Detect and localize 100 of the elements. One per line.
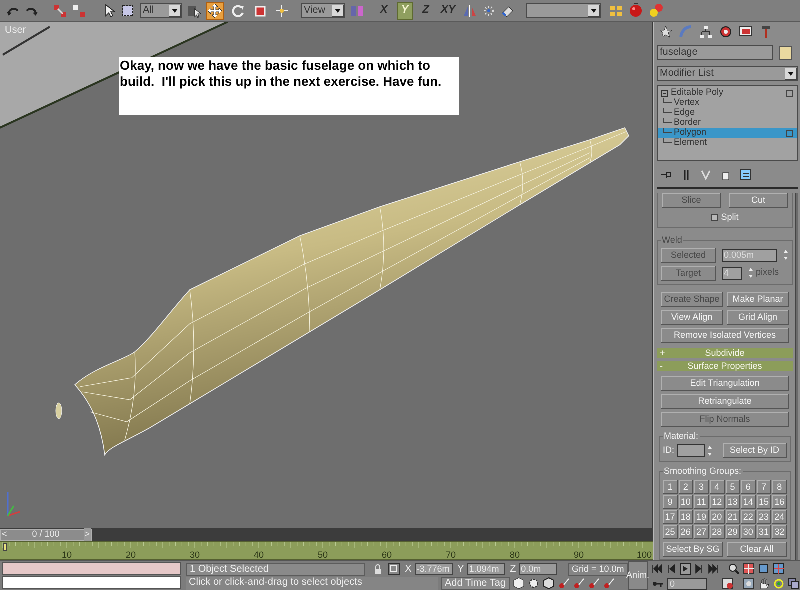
link-squares-icon[interactable] (53, 4, 67, 18)
material-id-field[interactable] (676, 444, 705, 457)
cube-icon[interactable] (542, 577, 555, 590)
next-frame-icon[interactable] (694, 562, 705, 574)
maximize-viewport-icon[interactable] (788, 578, 800, 590)
scroll-bar[interactable] (795, 193, 798, 560)
stack-subobject-item[interactable]: Vertex (658, 98, 797, 108)
smoothing-group-button[interactable]: 5 (726, 480, 740, 494)
smoothing-group-button[interactable]: 22 (741, 510, 756, 524)
track-bar[interactable]: 10 20 30 40 50 60 70 80 90 100 (0, 541, 653, 560)
smoothing-group-button[interactable]: 20 (710, 510, 724, 524)
stack-item[interactable]: Editable Poly (671, 86, 783, 100)
smoothing-group-button[interactable]: 26 (678, 524, 694, 538)
mirror-icon[interactable] (462, 4, 477, 18)
object-name-field[interactable]: fuselage (657, 45, 773, 60)
current-frame-field[interactable]: 0 (667, 578, 707, 590)
animate-button[interactable]: Anim. (628, 561, 648, 590)
axis-constraint-button[interactable]: XY (439, 2, 458, 20)
previous-frame-icon[interactable] (666, 562, 677, 574)
smoothing-group-button[interactable]: 1 (663, 480, 678, 494)
reference-coordinate-dropdown[interactable]: View (301, 3, 345, 18)
field-of-view-icon[interactable] (743, 578, 755, 590)
stack-subobject-item[interactable]: Polygon (658, 128, 797, 138)
script-listener-field[interactable] (2, 562, 181, 575)
smoothing-group-button[interactable]: 15 (756, 494, 772, 508)
coordinate-field[interactable]: -3.776m (414, 563, 453, 575)
coordinate-field[interactable]: 0.0m (519, 563, 557, 575)
axis-constraint-button[interactable]: X (376, 2, 392, 20)
stack-subobject-item[interactable]: Element (658, 138, 797, 148)
spinner-icon[interactable] (783, 249, 789, 261)
go-to-end-icon[interactable] (708, 562, 719, 574)
rollout-toggle[interactable]: + (657, 348, 671, 358)
panel-button[interactable]: Grid Align (727, 310, 789, 324)
spheres-icon[interactable] (648, 2, 665, 18)
smoothing-group-button[interactable]: 4 (710, 480, 724, 494)
smoothing-group-button[interactable]: 10 (678, 494, 694, 508)
unlink-squares-icon[interactable] (72, 4, 86, 18)
pivot-icon[interactable] (275, 4, 289, 18)
smoothing-group-button[interactable]: 18 (678, 510, 694, 524)
panel-button[interactable]: Make Planar (727, 292, 789, 306)
next-frame-button[interactable]: > (84, 528, 91, 542)
panel-button[interactable]: Remove Isolated Vertices (661, 328, 789, 342)
panel-button[interactable]: View Align (661, 310, 723, 324)
create-icon[interactable] (659, 25, 673, 39)
viewport[interactable]: User Okay, now we have the basic fuselage on which to build. I'll pick this up in the next exercise. Have fun. (0, 22, 653, 528)
axis-constraint-button[interactable]: Z (418, 2, 434, 20)
spinner-icon[interactable] (748, 267, 754, 279)
hammer-icon[interactable] (759, 25, 773, 39)
smoothing-group-button[interactable]: 9 (663, 494, 678, 508)
smoothing-group-button[interactable]: 30 (741, 524, 756, 538)
smoothing-group-button[interactable]: 29 (726, 524, 740, 538)
stack-subobject-item[interactable]: Border (658, 118, 797, 128)
smoothing-group-button[interactable]: 21 (726, 510, 740, 524)
time-slider-thumb[interactable]: < 0 / 100 > (0, 528, 92, 540)
panel-button[interactable]: Edit Triangulation (661, 376, 789, 390)
smoothing-group-button[interactable]: 25 (663, 524, 678, 538)
modifier-list-dropdown[interactable]: Modifier List (657, 66, 798, 81)
stack-subobject-item[interactable]: Edge (658, 108, 797, 118)
play-icon[interactable] (680, 562, 691, 574)
script-output-field[interactable] (2, 576, 181, 589)
smoothing-group-button[interactable]: 14 (741, 494, 756, 508)
align-icon[interactable] (482, 4, 496, 18)
smoothing-group-button[interactable]: 11 (694, 494, 709, 508)
smoothing-group-button[interactable]: 13 (726, 494, 740, 508)
smoothing-group-button[interactable]: 7 (756, 480, 772, 494)
motion-icon[interactable] (719, 25, 733, 39)
selection-region-icon[interactable] (121, 4, 135, 18)
pin-icon[interactable] (660, 169, 672, 181)
display-icon[interactable] (739, 25, 753, 39)
smoothing-group-button[interactable]: 23 (756, 510, 772, 524)
smoothing-group-button[interactable]: 17 (663, 510, 678, 524)
hand-icon[interactable] (758, 578, 770, 590)
smoothing-group-button[interactable]: 12 (710, 494, 724, 508)
lock-icon[interactable] (373, 564, 384, 574)
rollout-header[interactable]: + Subdivide (657, 348, 793, 358)
zoom-extents-all-icon[interactable] (773, 562, 785, 574)
panel-button[interactable]: Select By SG (663, 542, 723, 556)
smoothing-group-button[interactable]: 8 (772, 480, 787, 494)
smoothing-group-button[interactable]: 31 (756, 524, 772, 538)
panel-button[interactable]: Select By ID (722, 443, 787, 458)
axis-constraint-button[interactable]: Y (397, 2, 413, 20)
previous-frame-button[interactable]: < (1, 528, 8, 542)
select-by-name-icon[interactable] (187, 4, 201, 18)
selection-filter-dropdown[interactable]: All (140, 3, 182, 18)
split-checkbox[interactable] (711, 214, 718, 221)
object-color-swatch[interactable] (779, 46, 792, 60)
frame-marker[interactable] (3, 543, 7, 551)
configure-icon[interactable] (740, 169, 752, 181)
zoom-all-icon[interactable] (743, 562, 755, 574)
smoothing-group-button[interactable]: 28 (710, 524, 724, 538)
zoom-icon[interactable] (728, 562, 740, 574)
panel-button[interactable]: Retriangulate (661, 394, 789, 408)
smoothing-group-button[interactable]: 19 (694, 510, 709, 524)
hierarchy-icon[interactable] (699, 25, 713, 39)
smoothing-group-button[interactable]: 2 (678, 480, 694, 494)
panel-button[interactable]: Clear All (727, 542, 787, 556)
panel-button[interactable]: Cut (729, 193, 788, 208)
cube-icon[interactable] (512, 577, 525, 590)
add-time-tag-button[interactable]: Add Time Tag (441, 577, 510, 590)
smoothing-group-button[interactable]: 27 (694, 524, 709, 538)
